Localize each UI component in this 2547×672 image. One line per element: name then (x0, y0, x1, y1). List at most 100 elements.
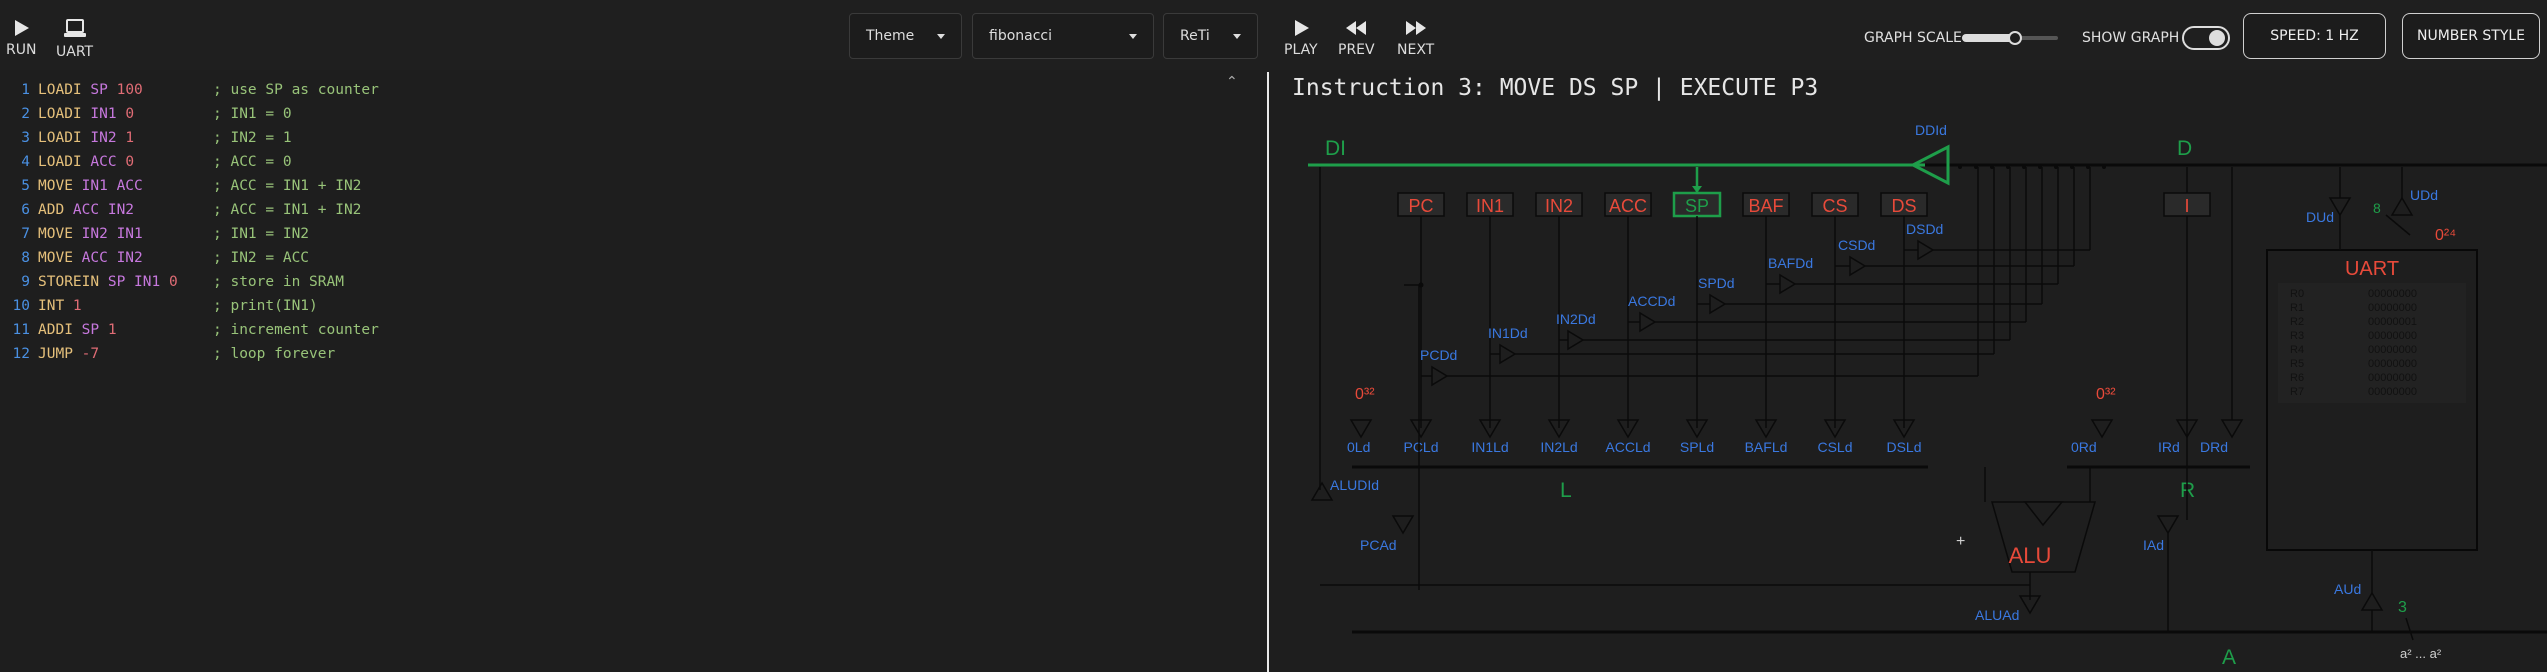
code-comment: ; print(IN1) (213, 298, 318, 314)
run-button[interactable]: RUN (6, 18, 36, 58)
code-line[interactable]: 8 MOVE ACC IN2; IN2 = ACC (0, 250, 309, 274)
toggle-knob (2209, 30, 2225, 46)
code-token-register: IN2 (90, 130, 126, 146)
panel-divider[interactable] (1267, 72, 1269, 672)
code-token-register: IN2 (116, 250, 143, 266)
theme-dropdown[interactable]: Theme (849, 13, 962, 59)
iad-triangle (2156, 515, 2180, 535)
pcad-triangle (1391, 515, 1415, 535)
code-token-register: ACC (116, 178, 143, 194)
chevron-down-icon (937, 33, 945, 39)
uart-reg-name: R0 (2290, 288, 2304, 300)
driver-triangle (1779, 273, 1797, 295)
code-token-immediate: 0 (125, 106, 135, 122)
code-token-register: IN2 (107, 202, 135, 218)
d-bus-label: D (2177, 137, 2192, 160)
code-comment: ; IN2 = ACC (213, 250, 310, 266)
rewind-icon (1346, 21, 1367, 35)
play-icon (15, 20, 30, 36)
register-label-cs: CS (1822, 196, 1847, 216)
code-line[interactable]: 9 STOREIN SP IN1 0; store in SRAM (0, 274, 344, 298)
zero-ld-triangle (1349, 419, 1373, 439)
number-style-button[interactable]: NUMBER STYLE (2402, 13, 2540, 59)
code-editor[interactable]: 1 LOADI SP 100 ; use SP as counter 2 LOADI I… (0, 72, 1262, 672)
code-comment: ; loop forever (213, 346, 336, 362)
zero32-left-label: 0³² (1355, 386, 1375, 403)
line-number: 12 (12, 346, 30, 362)
line-number: 11 (12, 322, 30, 338)
code-line[interactable]: 1 LOADI SP 100; use SP as counter (0, 82, 379, 106)
uart-cross (2385, 214, 2411, 236)
run-label: RUN (6, 42, 37, 58)
pcad-label: PCAd (1360, 537, 1397, 553)
code-line[interactable]: 5 MOVE IN1 ACC; ACC = IN1 + IN2 (0, 178, 361, 202)
uart-reg-value: 00000000 (2368, 344, 2417, 356)
program-dropdown[interactable]: fibonacci (972, 13, 1154, 59)
code-token-immediate: 1 (107, 322, 117, 338)
play-button[interactable]: PLAY (1284, 18, 1318, 58)
code-instruction: MOVE ACC IN2 (38, 250, 213, 274)
chevron-down-icon (1233, 33, 1241, 39)
line-number: 7 (21, 226, 30, 242)
code-line[interactable]: 10 INT 1; print(IN1) (0, 298, 318, 322)
code-token-immediate: 100 (116, 82, 143, 98)
aludld-triangle (1310, 481, 1334, 501)
register-label-ds: DS (1891, 196, 1916, 216)
next-button[interactable]: NEXT (1397, 18, 1434, 58)
uart-button[interactable]: UART (56, 18, 93, 60)
code-line[interactable]: 11 ADDI SP 1; increment counter (0, 322, 379, 346)
aludld-label: ALUDId (1330, 477, 1379, 493)
code-instruction: ADD ACC IN2 (38, 202, 213, 226)
driver-triangle (1917, 239, 1935, 261)
number-style-label: NUMBER STYLE (2416, 28, 2526, 44)
code-token-mnemonic: LOADI (38, 130, 91, 146)
i-register-label: I (2184, 196, 2189, 216)
scroll-up-icon[interactable]: ⌃ (1226, 74, 1238, 90)
show-graph-toggle[interactable] (2182, 26, 2230, 50)
line-number: 9 (21, 274, 30, 290)
code-token-register: IN1 (90, 106, 126, 122)
code-instruction: LOADI IN1 0 (38, 106, 213, 130)
zero-ld-label: 0Ld (1347, 439, 1370, 455)
code-line[interactable]: 6 ADD ACC IN2; ACC = IN1 + IN2 (0, 202, 361, 226)
load-label: CSLd (1817, 439, 1852, 455)
uart-reg-value: 00000000 (2368, 330, 2417, 342)
code-token-register: SP (81, 322, 108, 338)
junction-dot (1958, 165, 1962, 169)
load-label: IN2Ld (1540, 439, 1577, 455)
speed-button[interactable]: SPEED: 1 HZ (2243, 13, 2386, 59)
uart-title: UART (2345, 258, 2399, 280)
prev-button[interactable]: PREV (1338, 18, 1375, 58)
driver-label: SPDd (1698, 275, 1735, 291)
line-number: 6 (21, 202, 30, 218)
driver-label: ACCDd (1628, 293, 1675, 309)
junction-dot (2086, 165, 2090, 169)
uart-reg-name: R1 (2290, 302, 2304, 314)
code-line[interactable]: 12 JUMP -7; loop forever (0, 346, 336, 370)
code-line[interactable]: 7 MOVE IN2 IN1; IN1 = IN2 (0, 226, 309, 250)
uart-register-panel (2278, 283, 2466, 403)
uart-reg-name: R3 (2290, 330, 2304, 342)
uart-reg-value: 00000000 (2368, 302, 2417, 314)
code-instruction: MOVE IN2 IN1 (38, 226, 213, 250)
code-token-register: ACC (90, 154, 126, 170)
graph-scale-slider[interactable] (1962, 28, 2058, 48)
code-line[interactable]: 2 LOADI IN1 0; IN1 = 0 (0, 106, 291, 130)
zero-rd-label: 0Rd (2071, 439, 2097, 455)
uart-reg-value: 00000001 (2368, 316, 2417, 328)
architecture-dropdown[interactable]: ReTi (1163, 13, 1258, 59)
code-token-register: IN1 (81, 178, 117, 194)
code-comment: ; use SP as counter (213, 82, 379, 98)
code-line[interactable]: 4 LOADI ACC 0; ACC = 0 (0, 154, 292, 178)
code-token-mnemonic: LOADI (38, 154, 91, 170)
load-label: ACCLd (1605, 439, 1650, 455)
graph-scale-label: GRAPH SCALE (1864, 30, 1962, 46)
code-comment: ; ACC = 0 (213, 154, 292, 170)
show-graph-label: SHOW GRAPH (2082, 30, 2180, 46)
uart-reg-value: 00000000 (2368, 288, 2417, 300)
slider-thumb[interactable] (2007, 31, 2022, 45)
zero32-right-label: 0³² (2096, 386, 2116, 403)
code-line[interactable]: 3 LOADI IN2 1; IN2 = 1 (0, 130, 291, 154)
code-token-mnemonic: INT (38, 298, 73, 314)
load-label: BAFLd (1745, 439, 1788, 455)
